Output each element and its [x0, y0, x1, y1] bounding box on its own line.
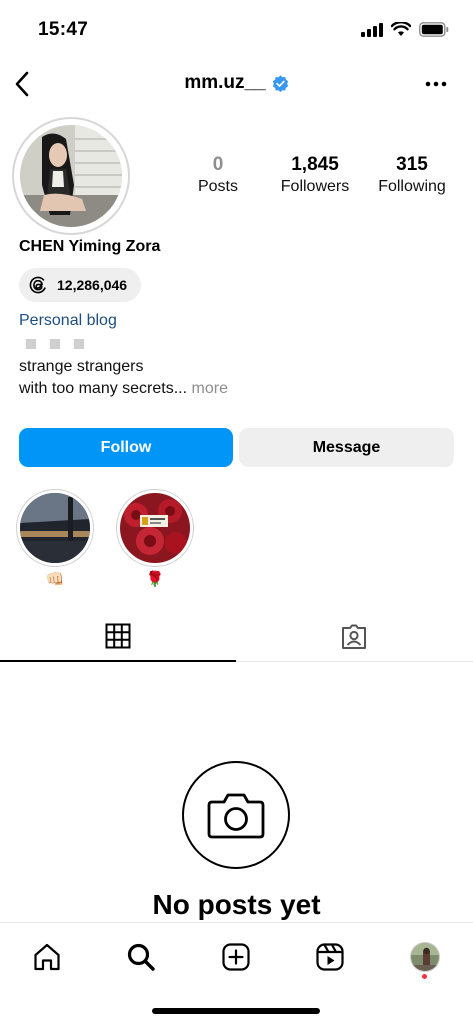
followers-count: 1,845 [291, 154, 339, 175]
bio-line: with too many secrets... more [19, 378, 228, 400]
bio-decoration [26, 339, 84, 349]
camera-icon [207, 793, 265, 839]
home-indicator [152, 1008, 320, 1014]
profile-tab-avatar [410, 942, 440, 972]
followers-stat[interactable]: 1,845 Followers [267, 153, 363, 197]
following-stat[interactable]: 315 Following [364, 153, 460, 197]
profile-link[interactable]: Personal blog [19, 312, 117, 330]
story-highlight[interactable]: 🌹 [116, 489, 194, 589]
status-time: 15:47 [38, 19, 89, 40]
bio-more-link[interactable]: more [192, 380, 228, 397]
profile-avatar[interactable] [12, 117, 130, 235]
empty-camera-badge [182, 761, 290, 869]
tagged-person-icon [342, 624, 366, 649]
cellular-signal-icon [361, 22, 383, 37]
content-tabs [0, 612, 473, 662]
status-bar: 15:47 [0, 0, 473, 58]
search-icon [127, 943, 155, 971]
highlight-label: 🌹 [145, 571, 165, 588]
grid-icon [105, 623, 131, 649]
bio: strange strangers with too many secrets.… [19, 356, 228, 400]
posts-count: 0 [212, 154, 224, 175]
tab-posts-grid[interactable] [0, 612, 236, 662]
threads-icon [29, 276, 47, 294]
message-button[interactable]: Message [239, 428, 454, 467]
bio-line-text: with too many secrets... [19, 380, 188, 397]
verified-badge-icon [272, 74, 288, 92]
full-name: CHEN Yiming Zora [19, 238, 161, 255]
highlight-cover [120, 493, 190, 563]
threads-badge[interactable]: 12,286,046 [19, 268, 142, 302]
posts-label: Posts [197, 178, 238, 195]
tab-create[interactable] [216, 937, 256, 977]
home-icon [34, 943, 60, 971]
username: mm.uz__ [184, 72, 266, 93]
more-horizontal-icon [425, 81, 447, 87]
reels-icon [316, 943, 344, 971]
posts-stat[interactable]: 0 Posts [170, 153, 266, 197]
profile-header: mm.uz__ [0, 62, 473, 106]
follow-button[interactable]: Follow [19, 428, 233, 467]
tab-tagged[interactable] [236, 612, 472, 662]
story-highlight[interactable]: 👊🏻 [16, 489, 94, 589]
tab-profile[interactable] [405, 937, 445, 979]
tab-reels[interactable] [310, 937, 350, 977]
threads-count: 12,286,046 [57, 277, 128, 293]
more-options-button[interactable] [421, 72, 451, 96]
wifi-icon [391, 22, 411, 36]
profile-stats: 0 Posts 1,845 Followers 315 Following [170, 153, 460, 197]
status-icons [361, 22, 449, 37]
empty-state-title: No posts yet [152, 889, 321, 920]
highlight-cover [20, 493, 90, 563]
add-post-icon [222, 943, 250, 971]
avatar-photo [20, 125, 122, 227]
header-title: mm.uz__ [0, 72, 473, 94]
highlight-label: 👊🏻 [45, 571, 65, 588]
followers-label: Followers [280, 178, 350, 195]
battery-icon [419, 22, 449, 37]
notification-dot [422, 974, 427, 979]
tab-search[interactable] [121, 937, 161, 977]
tab-home[interactable] [27, 937, 67, 977]
following-label: Following [378, 178, 446, 195]
following-count: 315 [396, 154, 428, 175]
bio-line: strange strangers [19, 358, 144, 375]
